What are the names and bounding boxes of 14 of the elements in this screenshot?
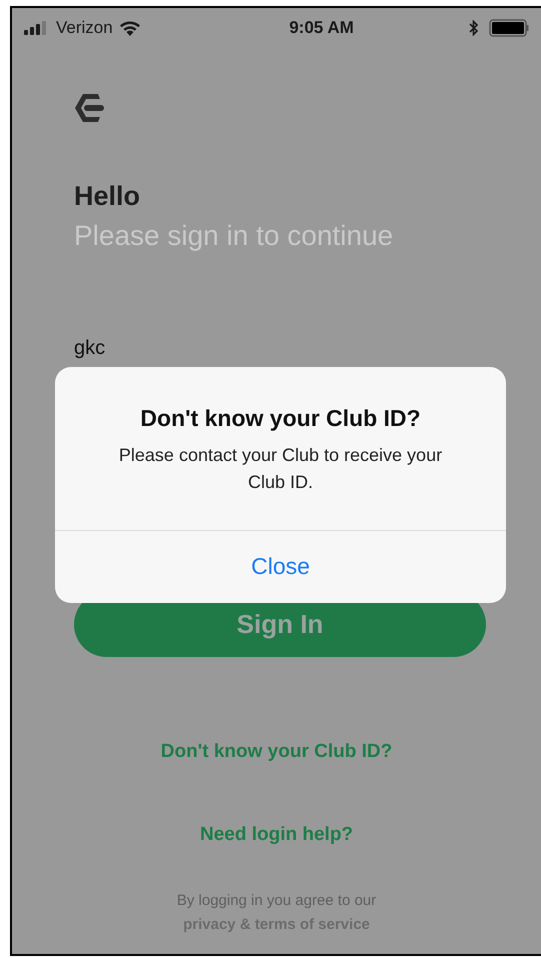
club-id-field[interactable]: gkc — [74, 333, 479, 363]
carrier-name: Verizon — [56, 17, 113, 40]
clock-time: 9:05 AM — [288, 17, 355, 40]
agreement-text: By logging in you agree to our — [176, 891, 376, 911]
help-link[interactable]: Need login help? — [200, 820, 354, 849]
alert-title: Don't know your Club ID? — [140, 404, 421, 433]
greeting-title: Hello — [74, 180, 142, 213]
alert-message: Please contact your Club to receive your Club ID. — [118, 444, 444, 494]
battery-icon — [489, 19, 529, 37]
wifi-icon — [118, 20, 141, 36]
bluetooth-icon — [469, 20, 479, 36]
close-button[interactable]: Close — [55, 530, 506, 602]
help-link[interactable]: Don't know your Club ID? — [160, 738, 392, 766]
logo-icon — [74, 94, 104, 122]
